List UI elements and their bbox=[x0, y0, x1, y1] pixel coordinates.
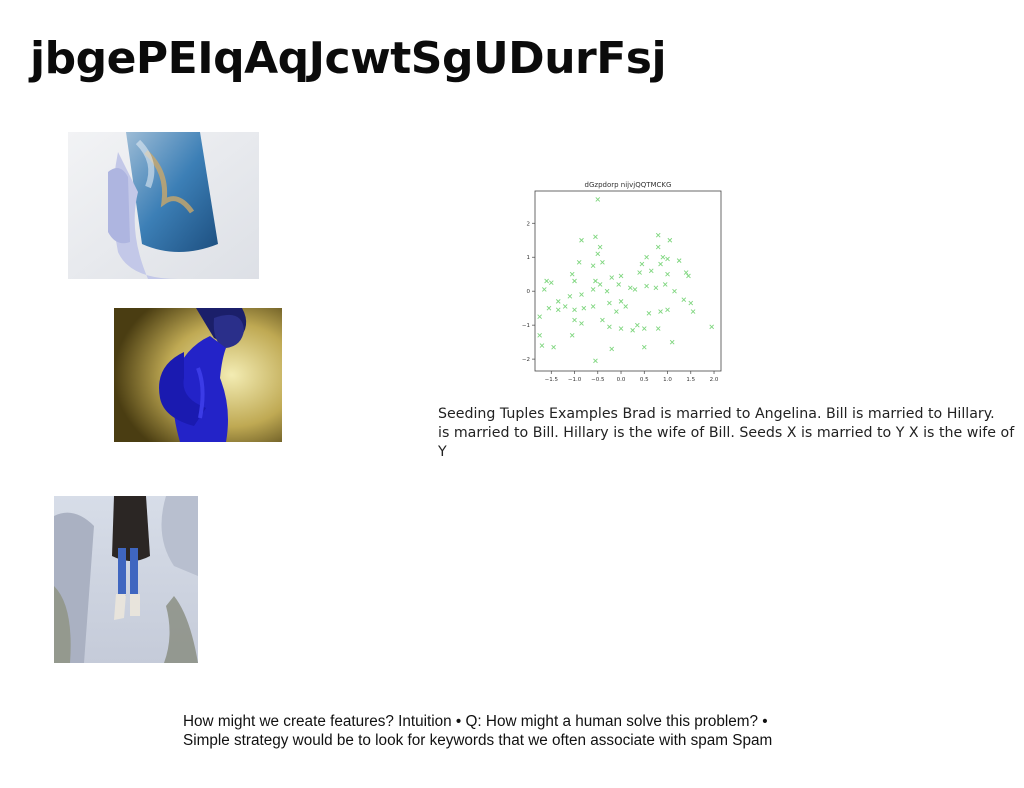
plot-area-frame bbox=[534, 190, 722, 372]
photo-glass-vessel bbox=[68, 132, 259, 279]
slide-title: jbgePEIqAqJcwtSgUDurFsj bbox=[30, 33, 667, 84]
x-tick-label: 1.5 bbox=[686, 377, 695, 383]
seeding-tuples-caption: Seeding Tuples Examples Brad is married … bbox=[438, 406, 1015, 460]
features-intuition-text: How might we create features? Intuition … bbox=[183, 713, 773, 749]
photo-blue-figure bbox=[114, 308, 282, 442]
photo-snow-path bbox=[54, 496, 198, 663]
x-tick-label: 2.0 bbox=[710, 377, 719, 383]
y-tick-label: 1 bbox=[527, 255, 531, 261]
y-tick-label: 0 bbox=[527, 289, 531, 295]
y-tick-label: −1 bbox=[522, 323, 530, 329]
x-tick-label: −0.5 bbox=[591, 377, 605, 383]
x-tick-label: −1.0 bbox=[568, 377, 582, 383]
y-tick-label: −2 bbox=[522, 357, 530, 363]
scatter-chart: dGzpdorp nijvjQQTMCKG −1.5 −1.0 −0.5 0.0 0.5… bbox=[515, 175, 730, 385]
y-tick-label: 2 bbox=[527, 221, 531, 227]
x-tick-label: 0.0 bbox=[617, 377, 626, 383]
x-tick-label: 1.0 bbox=[663, 377, 672, 383]
chart-title: dGzpdorp nijvjQQTMCKG bbox=[585, 181, 672, 189]
x-tick-label: 0.5 bbox=[640, 377, 649, 383]
x-tick-label: −1.5 bbox=[545, 377, 559, 383]
